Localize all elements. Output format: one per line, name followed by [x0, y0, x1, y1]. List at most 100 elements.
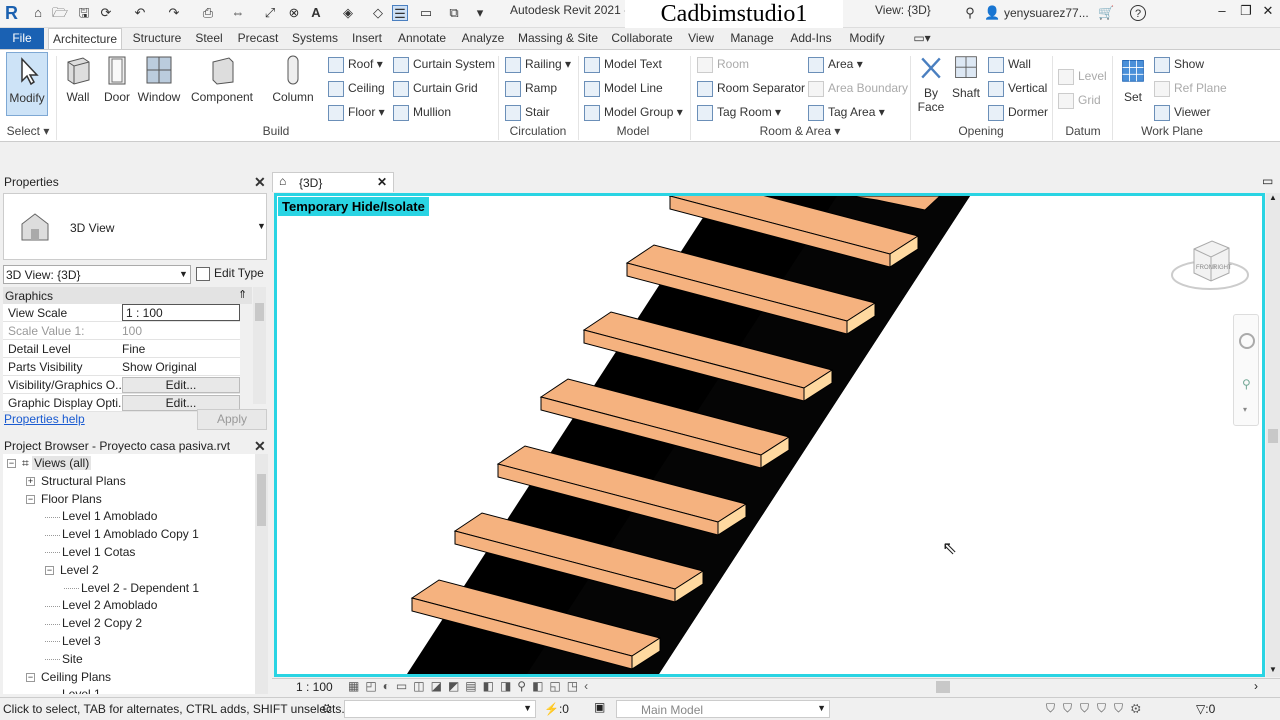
property-row[interactable]: Detail Level Fine [3, 340, 240, 358]
level-button[interactable]: Level [1058, 66, 1107, 86]
binoculars-icon[interactable]: ⚲ [962, 5, 978, 21]
dimension-icon[interactable]: ⤢ [262, 5, 278, 21]
type-selector[interactable]: 3D View ▼ [3, 193, 267, 260]
room-separator-button[interactable]: Room Separator [697, 78, 805, 98]
tab-steel[interactable]: Steel [190, 28, 228, 49]
select-panel-label[interactable]: Select ▾ [0, 124, 56, 140]
scroll-right-icon[interactable]: › [1254, 679, 1258, 693]
property-row[interactable]: Visibility/Graphics O... Edit... [3, 376, 240, 394]
browser-item[interactable]: Level 2 Amoblado [45, 596, 157, 614]
mullion-button[interactable]: Mullion [393, 102, 451, 122]
help-icon[interactable]: ? [1130, 5, 1146, 21]
tab-systems[interactable]: Systems [288, 28, 342, 49]
tag-icon[interactable]: ⊗ [286, 5, 302, 21]
browser-item[interactable]: Site [45, 650, 83, 668]
tab-view[interactable]: View [682, 28, 720, 49]
properties-help-link[interactable]: Properties help [4, 412, 85, 426]
model-text-button[interactable]: Model Text [584, 54, 662, 74]
properties-close-icon[interactable]: ✕ [254, 174, 266, 191]
view-tab-close-icon[interactable]: ✕ [377, 175, 387, 189]
home-icon[interactable]: ⌂ [30, 5, 46, 21]
window-button[interactable]: Window [136, 52, 182, 116]
view-tab-3d[interactable]: ⌂ {3D} ✕ [272, 172, 394, 192]
tab-add-ins[interactable]: Add-Ins [784, 28, 838, 49]
column-button[interactable]: Column [268, 52, 318, 116]
save-icon[interactable]: 🖫 [76, 5, 92, 21]
property-value[interactable]: 1 : 100 [122, 304, 240, 321]
viewcube[interactable]: FRONT RIGHT [1169, 233, 1251, 295]
3d-view-icon[interactable]: ◈ [340, 5, 356, 21]
tag-room-button[interactable]: Tag Room ▾ [697, 102, 781, 122]
component-button[interactable]: Component [190, 52, 254, 116]
workset-dropdown[interactable]: ▼ [344, 700, 536, 718]
property-row[interactable]: Parts Visibility Show Original [3, 358, 240, 376]
browser-item[interactable]: Level 1 Cotas [45, 543, 135, 561]
door-button[interactable]: Door [100, 52, 134, 116]
browser-item[interactable]: Level 1 Amoblado [45, 507, 157, 525]
model-line-button[interactable]: Model Line [584, 78, 663, 98]
steering-wheel-icon[interactable] [1239, 333, 1255, 349]
selection-mode-icons[interactable]: ⛉⛉⛉⛉⛉⚙ [1046, 701, 1149, 716]
browser-item[interactable]: Level 1 Amoblado Copy 1 [45, 525, 199, 543]
browser-item[interactable]: + Structural Plans [26, 472, 126, 490]
text-icon[interactable]: A [308, 5, 324, 21]
edit-type-button[interactable]: Edit Type [196, 265, 264, 284]
edit-button[interactable]: Edit... [122, 377, 240, 393]
tab-modify[interactable]: Modify [842, 28, 892, 49]
ribbon-toggle-icon[interactable]: ▭▾ [910, 28, 934, 49]
grid-button[interactable]: Grid [1058, 90, 1101, 110]
property-value[interactable]: 100 [122, 324, 240, 338]
print-icon[interactable]: ⎙ [200, 5, 216, 21]
tab-file[interactable]: File [0, 28, 44, 49]
switch-windows-icon[interactable]: ⧉ [446, 5, 462, 21]
ceiling-button[interactable]: Ceiling [328, 78, 385, 98]
stair-button[interactable]: Stair [505, 102, 550, 122]
tab-structure[interactable]: Structure [126, 28, 188, 49]
wall-button[interactable]: Wall [60, 52, 96, 116]
browser-item[interactable]: − ⌗ Views (all) [7, 454, 92, 472]
browser-item[interactable]: − Floor Plans [26, 490, 102, 508]
scroll-thumb[interactable] [255, 303, 264, 321]
railing-button[interactable]: Railing ▾ [505, 54, 571, 74]
worksets-icon[interactable]: ⛭ [322, 701, 332, 716]
browser-close-icon[interactable]: ✕ [254, 438, 266, 455]
collapse-icon[interactable]: − [7, 459, 16, 469]
tab-collaborate[interactable]: Collaborate [606, 28, 678, 49]
model-group-button[interactable]: Model Group ▾ [584, 102, 683, 122]
restore-button[interactable]: ❐ [1236, 3, 1256, 21]
tag-area-button[interactable]: Tag Area ▾ [808, 102, 885, 122]
modify-button[interactable]: Modify [6, 52, 48, 116]
shaft-button[interactable]: Shaft [950, 52, 982, 116]
scroll-down-icon[interactable]: ▼ [1269, 665, 1277, 674]
dormer-button[interactable]: Dormer [988, 102, 1048, 122]
user-name[interactable]: yenysuarez77... [1004, 6, 1089, 20]
filter-count[interactable]: ⚡:0 [544, 702, 569, 716]
browser-item[interactable]: Level 2 - Dependent 1 [64, 579, 199, 597]
room-area-panel-label[interactable]: Room & Area ▾ [692, 124, 908, 140]
design-options-icon[interactable]: ▣ [594, 700, 605, 714]
restore-view-icon[interactable]: ▭ [1262, 174, 1273, 188]
3d-viewport[interactable]: Temporary Hide/Isolate FRONT RIGHT ⚲ ▾ ⇖ [274, 193, 1265, 677]
measure-icon[interactable]: ⇔ [230, 5, 246, 21]
floor-button[interactable]: Floor ▾ [328, 102, 385, 122]
set-button[interactable]: Set [1116, 52, 1150, 116]
scroll-thumb[interactable] [257, 474, 266, 526]
room-button[interactable]: Room [697, 54, 749, 74]
tab-precast[interactable]: Precast [232, 28, 284, 49]
tab-massing-site[interactable]: Massing & Site [514, 28, 602, 49]
open-icon[interactable]: 🗁 [52, 5, 68, 21]
property-row[interactable]: View Scale 1 : 100 [3, 304, 240, 322]
tab-annotate[interactable]: Annotate [392, 28, 452, 49]
show-button[interactable]: Show [1154, 54, 1204, 74]
curtain-grid-button[interactable]: Curtain Grid [393, 78, 478, 98]
scroll-thumb[interactable] [1268, 429, 1278, 443]
view-scale[interactable]: 1 : 100 [296, 680, 333, 694]
vertical-button[interactable]: Vertical [988, 78, 1047, 98]
curtain-system-button[interactable]: Curtain System [393, 54, 495, 74]
minimize-button[interactable]: – [1212, 3, 1232, 21]
tab-architecture[interactable]: Architecture [48, 28, 122, 49]
browser-item[interactable]: Level 3 [45, 632, 101, 650]
browser-item[interactable]: − Level 2 [45, 561, 99, 579]
ref-plane-button[interactable]: Ref Plane [1154, 78, 1227, 98]
horizontal-scroll-thumb[interactable] [936, 681, 950, 693]
